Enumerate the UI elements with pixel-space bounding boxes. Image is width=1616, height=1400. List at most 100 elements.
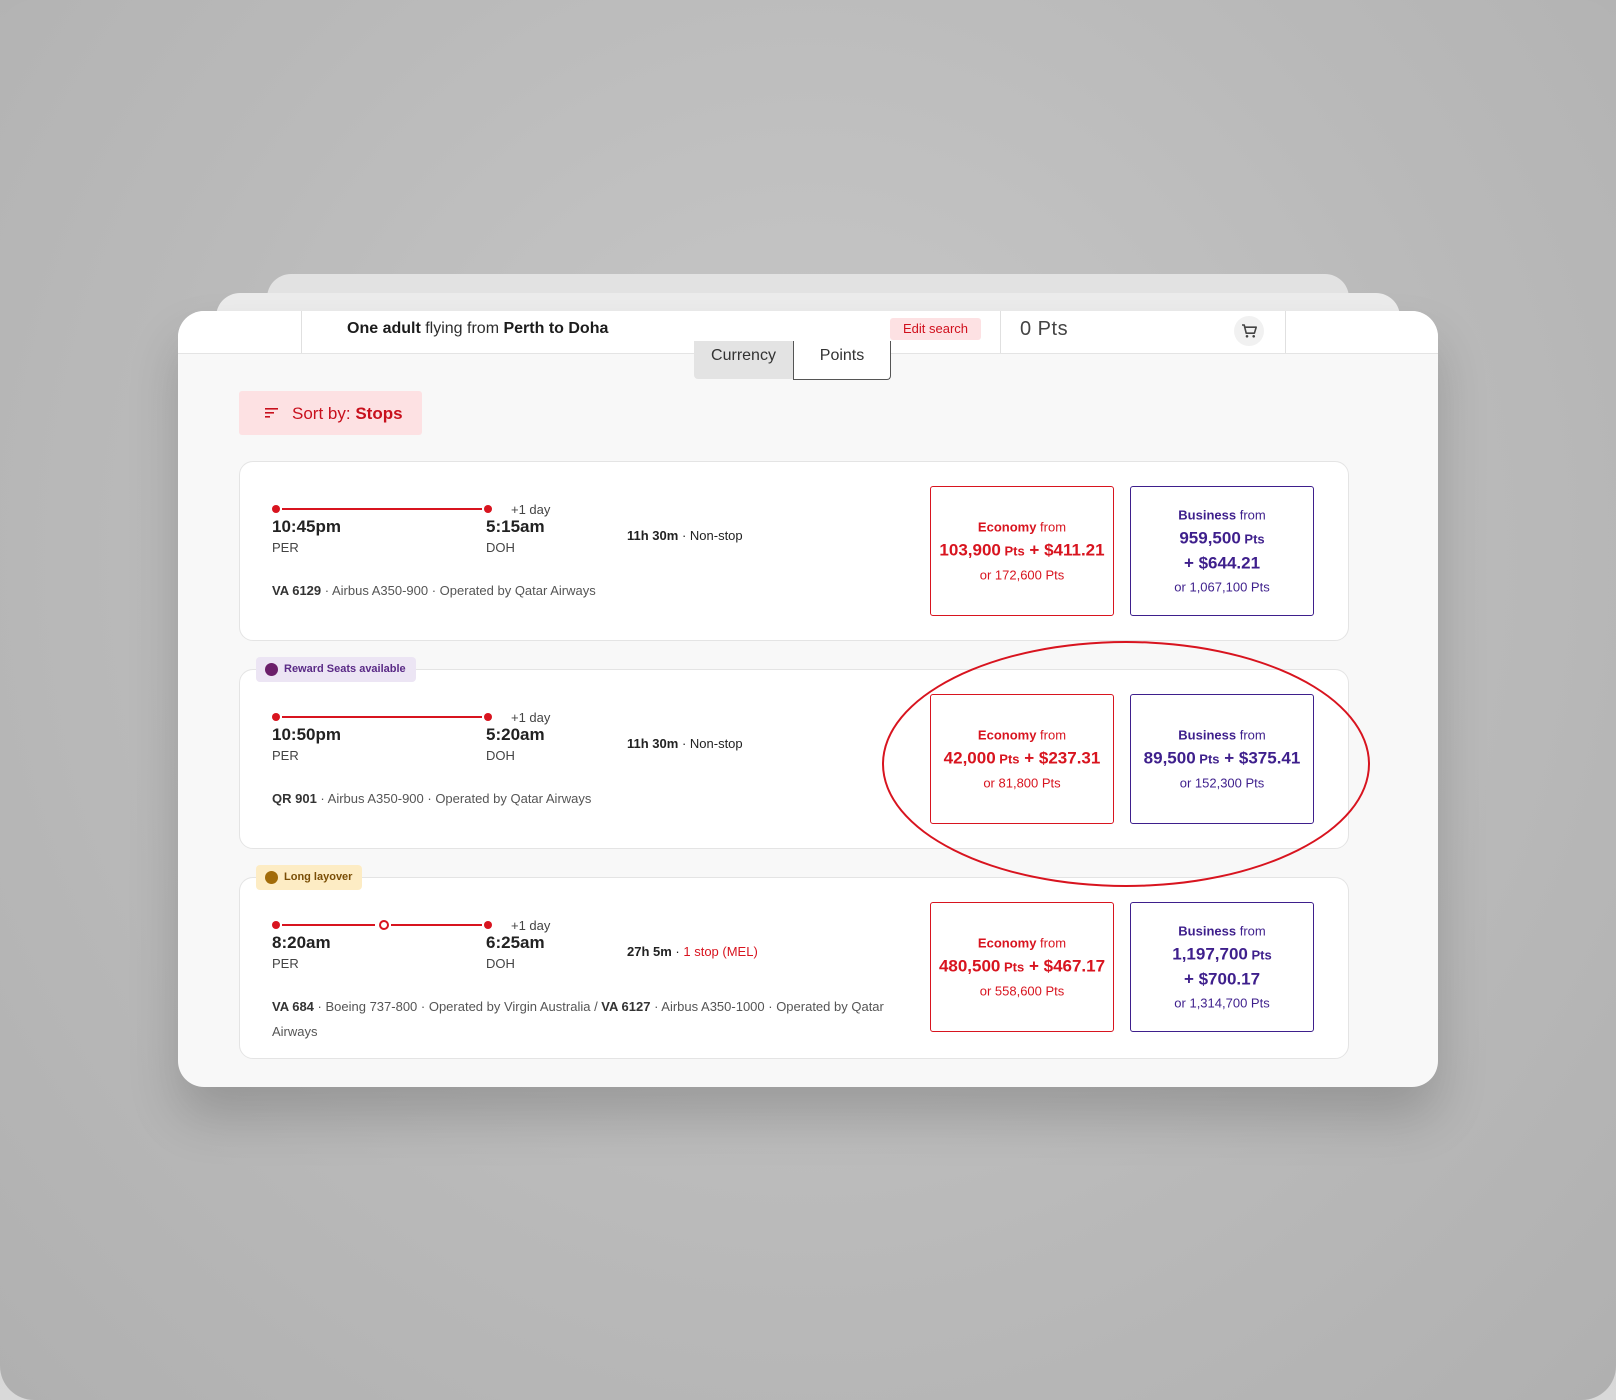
fare-cash: + $644.21: [1183, 553, 1261, 573]
sort-button[interactable]: Sort by: Stops: [239, 391, 422, 435]
aircraft-operator: · Boeing 737-800 · Operated by Virgin Au…: [313, 999, 602, 1014]
fare-points: 103,900: [939, 540, 1001, 560]
sort-label: Sort by: Stops: [292, 404, 403, 424]
route-line: [282, 924, 375, 926]
sort-icon: [265, 408, 278, 418]
stopover-dot: [379, 920, 389, 930]
duration-stops: 27h 5m · 1 stop (MEL): [627, 944, 758, 959]
fare-points: 959,500: [1179, 528, 1241, 548]
cart-icon: [1242, 324, 1257, 338]
arrival-time: 5:15am: [486, 517, 545, 536]
reward-seats-badge: Reward Seats available: [256, 657, 416, 682]
fare-alternative: or 1,067,100 Pts: [1174, 579, 1270, 595]
business-fare-button[interactable]: Business from 959,500 Pts + $644.21 or 1…: [1130, 486, 1314, 616]
fare-class: Business from: [1131, 508, 1313, 523]
arrival-time: 5:20am: [486, 725, 545, 744]
aircraft-operator: · Airbus A350-900 · Operated by Qatar Ai…: [316, 791, 592, 806]
fare-cash: + $700.17: [1183, 969, 1261, 989]
plus-day: +1 day: [511, 918, 551, 933]
clock-icon: [265, 871, 278, 884]
duration-stops: 11h 30m · Non-stop: [627, 528, 743, 543]
aircraft-operator: · Airbus A350-900 · Operated by Qatar Ai…: [321, 583, 596, 598]
fare-class: Business from: [1131, 924, 1313, 939]
economy-fare-button[interactable]: Economy from 103,900 Pts + $411.21 or 17…: [930, 486, 1114, 616]
fare-points-unit: Pts: [1240, 531, 1265, 547]
toggle-points[interactable]: Points: [793, 341, 891, 380]
arrival-airport: DOH: [486, 540, 515, 555]
departure-airport: PER: [272, 540, 299, 555]
separator: ·: [678, 736, 690, 751]
fare-class-name: Economy: [977, 935, 1037, 951]
departure-time: 10:45pm: [272, 517, 341, 536]
flight-number: VA 6129: [272, 583, 322, 598]
highlight-annotation: [882, 641, 1370, 887]
departure-time: 8:20am: [272, 933, 331, 952]
duration: 11h 30m: [627, 528, 679, 543]
flight-details: VA 684 · Boeing 737-800 · Operated by Vi…: [272, 994, 912, 1044]
fare-price: 103,900 Pts + $411.21: [931, 539, 1113, 564]
fare-class: Economy from: [931, 936, 1113, 951]
fare-points-unit: Pts: [1247, 947, 1272, 963]
arrival-airport: DOH: [486, 956, 515, 971]
fare-from: from: [1036, 935, 1067, 951]
route-line: [391, 924, 482, 926]
fare-alternative: or 172,600 Pts: [979, 567, 1065, 583]
arrival-time: 6:25am: [486, 933, 545, 952]
fare-class: Economy from: [931, 520, 1113, 535]
duration-stops: 11h 30m · Non-stop: [627, 736, 743, 751]
route-line: [282, 508, 482, 510]
badge-label: Reward Seats available: [284, 663, 406, 675]
fare-points: 480,500: [938, 956, 1001, 976]
flight-card[interactable]: Long layover +1 day 8:20am PER 6:25am DO…: [239, 865, 1349, 1059]
duration: 27h 5m: [627, 944, 672, 959]
divider: [1285, 311, 1286, 353]
stops: Non-stop: [689, 528, 743, 543]
duration: 11h 30m: [627, 736, 679, 751]
fare-price: 480,500 Pts + $467.17: [931, 955, 1113, 980]
route-line: [282, 716, 482, 718]
flight-number: VA 684: [272, 999, 314, 1014]
flight-number: VA 6127: [601, 999, 651, 1014]
flight-details: VA 6129 · Airbus A350-900 · Operated by …: [272, 578, 912, 603]
separator: ·: [678, 528, 690, 543]
fare-points: 1,197,700: [1172, 944, 1248, 964]
summary-route: Perth to Doha: [503, 320, 609, 337]
economy-fare-button[interactable]: Economy from 480,500 Pts + $467.17 or 55…: [930, 902, 1114, 1032]
business-fare-button[interactable]: Business from 1,197,700 Pts + $700.17 or…: [1130, 902, 1314, 1032]
divider: [1000, 311, 1001, 353]
fare-alternative: or 1,314,700 Pts: [1174, 995, 1270, 1011]
cart-button[interactable]: [1234, 316, 1264, 346]
fare-from: from: [1236, 923, 1266, 939]
fare-price: 1,197,700 Pts: [1131, 943, 1313, 968]
summary-passengers: One adult: [347, 320, 421, 337]
toggle-currency[interactable]: Currency: [694, 341, 793, 379]
edit-search-button[interactable]: Edit search: [890, 318, 982, 340]
departure-airport: PER: [272, 956, 299, 971]
flight-number: QR 901: [272, 791, 317, 806]
fare-from: from: [1236, 507, 1266, 523]
fare-alternative: or 558,600 Pts: [979, 983, 1065, 999]
arrival-airport: DOH: [486, 748, 515, 763]
fare-cash: + $467.17: [1024, 956, 1106, 976]
fare-price: 959,500 Pts: [1131, 527, 1313, 552]
divider: [301, 311, 302, 353]
flight-details: QR 901 · Airbus A350-900 · Operated by Q…: [272, 786, 912, 811]
velocity-icon: [265, 663, 278, 676]
fare-class-name: Business: [1178, 923, 1237, 939]
fare-class-name: Economy: [977, 519, 1037, 535]
arrival-dot: [484, 921, 492, 929]
plus-day: +1 day: [511, 710, 551, 725]
sort-value: Stops: [355, 404, 403, 423]
currency-points-toggle: Currency Points: [694, 341, 893, 381]
plus-day: +1 day: [511, 502, 551, 517]
long-layover-badge: Long layover: [256, 865, 363, 890]
stops: Non-stop: [689, 736, 743, 751]
departure-time: 10:50pm: [272, 725, 341, 744]
departure-dot: [272, 713, 280, 721]
flight-card[interactable]: +1 day 10:45pm PER 5:15am DOH 11h 30m · …: [239, 461, 1349, 641]
badge-label: Long layover: [284, 871, 353, 883]
points-balance: 0 Pts: [1020, 318, 1069, 340]
sort-label-text: Sort by:: [292, 404, 356, 423]
arrival-dot: [484, 505, 492, 513]
fare-cash: + $411.21: [1024, 540, 1105, 560]
